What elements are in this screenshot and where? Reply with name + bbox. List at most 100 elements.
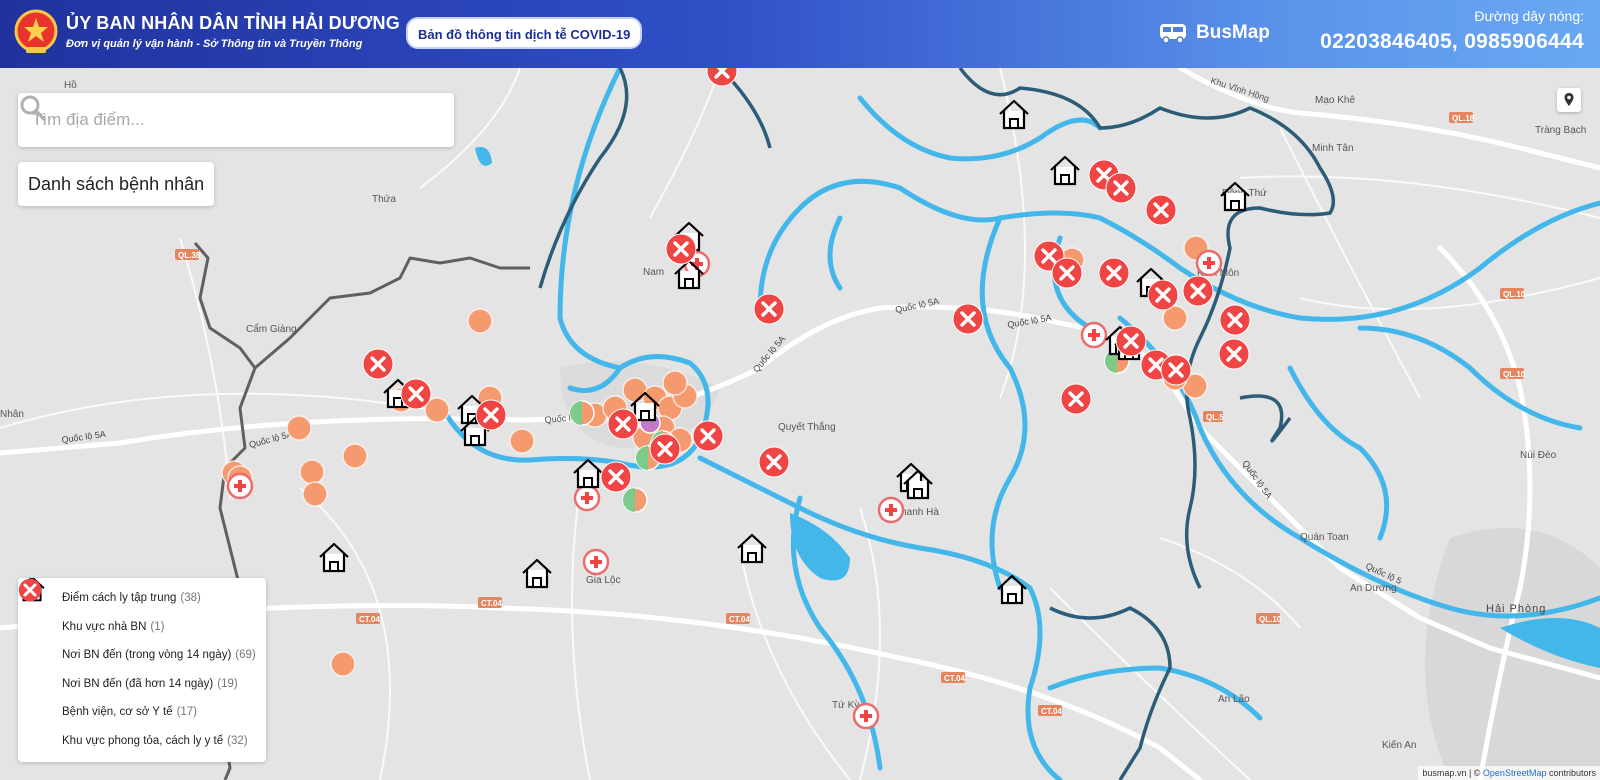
bus-icon	[1160, 24, 1186, 44]
busmap-logo[interactable]: BusMap	[1158, 19, 1270, 47]
lockdown-marker[interactable]	[1050, 256, 1084, 290]
legend-label: Nơi BN đến (trong vòng 14 ngày)	[62, 649, 232, 662]
lockdown-marker[interactable]	[1097, 256, 1131, 290]
search-input[interactable]	[18, 93, 398, 147]
road-shield-label: CT.04	[481, 599, 502, 608]
government-title: ỦY BAN NHÂN DÂN TỈNH HẢI DƯƠNG	[66, 13, 400, 33]
search-icon[interactable]	[18, 93, 48, 123]
attribution-text: contributors	[1546, 768, 1596, 778]
recent-visit-marker[interactable]	[302, 481, 328, 507]
lockdown-marker[interactable]	[648, 432, 682, 466]
legend-item-hospital[interactable]: Bệnh viện, cơ sở Y tế (17)	[18, 578, 258, 727]
map-label: Núi Đèo	[1520, 450, 1557, 461]
search-bar	[18, 93, 454, 147]
recent-visit-marker[interactable]	[342, 443, 368, 469]
osm-link[interactable]: OpenStreetMap	[1483, 768, 1547, 778]
lockdown-marker[interactable]	[951, 302, 985, 336]
map-label: Thứa	[372, 194, 396, 205]
recent-visit-marker[interactable]	[330, 651, 356, 677]
recent-visit-marker[interactable]	[467, 308, 493, 334]
recent-visit-marker[interactable]	[286, 415, 312, 441]
recent-visit-marker[interactable]	[299, 459, 325, 485]
busmap-brand: BusMap	[1196, 22, 1270, 43]
legend-label: Bệnh viện, cơ sở Y tế	[62, 706, 173, 719]
map-label: Nam	[643, 267, 664, 278]
legend-item-quarantine[interactable]: Điểm cách ly tập trung (38)	[19, 578, 258, 613]
legend-item-lockdown[interactable]: Khu vực phong tỏa, cách ly y tế (32)	[19, 579, 258, 756]
map-label: Quán Toan	[1300, 532, 1349, 543]
lockdown-marker[interactable]	[1144, 193, 1178, 227]
lockdown-marker[interactable]	[399, 377, 433, 411]
legend-count: (1)	[150, 620, 165, 633]
hotline-label: Đường dây nóng:	[1474, 8, 1584, 24]
lockdown-marker[interactable]	[1114, 324, 1148, 358]
hospital-marker[interactable]	[573, 484, 601, 512]
government-subtitle: Đơn vị quản lý vận hành - Sở Thông tin v…	[66, 38, 363, 50]
map-pin-icon	[1564, 93, 1574, 106]
lockdown-marker[interactable]	[474, 398, 508, 432]
map-label: Quyết Thắng	[778, 420, 836, 433]
road-shield-label: CT.04	[944, 674, 965, 683]
legend-count: (38)	[180, 592, 201, 605]
legend-count: (69)	[235, 649, 256, 662]
legend-item-old-visit[interactable]: Nơi BN đến (đã hơn 14 ngày) (19)	[20, 580, 258, 699]
road-shield-label: CT.04	[1041, 707, 1062, 716]
lockdown-marker[interactable]	[752, 292, 786, 326]
hospital-marker[interactable]	[226, 472, 254, 500]
map-title-badge[interactable]: Bản đồ thông tin dịch tễ COVID-19	[406, 17, 643, 49]
map-attribution: busmap.vn | © OpenStreetMap contributors	[1418, 766, 1600, 780]
legend-label: Khu vực phong tỏa, cách ly y tế	[62, 734, 224, 747]
map-label: An Dương	[1350, 583, 1397, 594]
hospital-marker[interactable]	[1080, 321, 1108, 349]
hospital-marker[interactable]	[877, 496, 905, 524]
lockdown-marker[interactable]	[1146, 278, 1180, 312]
legend-count: (17)	[176, 706, 198, 719]
road-shield-label: QL.10	[1259, 615, 1282, 624]
lockdown-marker[interactable]	[691, 419, 725, 453]
legend-label: Điểm cách ly tập trung	[62, 592, 177, 605]
legend-label: Nơi BN đến (đã hơn 14 ngày)	[62, 677, 214, 690]
road-shield-label: QL.10	[1503, 370, 1526, 379]
map-label: Hải Phòng	[1486, 603, 1546, 615]
old-visit-marker[interactable]	[622, 487, 648, 513]
hospital-marker[interactable]	[1195, 249, 1223, 277]
map-label: Cẩm Giàng	[246, 323, 297, 335]
legend-count: (32)	[227, 734, 248, 747]
lockdown-marker[interactable]	[599, 460, 633, 494]
lockdown-marker[interactable]	[1217, 337, 1251, 371]
lockdown-marker[interactable]	[1181, 274, 1215, 308]
recent-visit-marker[interactable]	[662, 370, 688, 396]
lockdown-marker[interactable]	[1218, 303, 1252, 337]
map-label: Nhân	[0, 409, 24, 420]
map-legend: Điểm cách ly tập trung (38) Khu vực nhà …	[18, 578, 266, 762]
legend-item-patient-home[interactable]: Khu vực nhà BN (1)	[20, 580, 258, 642]
lockdown-marker[interactable]	[1104, 171, 1138, 205]
map-label: Hồ	[64, 79, 77, 91]
road-shield-label: QL.18	[1452, 114, 1475, 123]
patient-list-button[interactable]: Danh sách bệnh nhân	[18, 162, 215, 206]
lockdown-marker[interactable]	[664, 232, 698, 266]
locate-button[interactable]	[1557, 88, 1581, 112]
attribution-text: busmap.vn | ©	[1422, 768, 1483, 778]
legend-count: (19)	[217, 677, 238, 690]
legend-label: Khu vực nhà BN	[62, 620, 147, 633]
map-canvas[interactable]: Hồ Thứa Cẩm Giàng Nhân Nam Quyết Thắng G…	[0, 68, 1600, 780]
hospital-marker[interactable]	[582, 548, 610, 576]
hotline-number[interactable]: 02203846405, 0985906444	[1320, 30, 1584, 54]
road-shield-label: QL.38	[178, 251, 201, 260]
map-label: Kiến An	[1382, 739, 1416, 751]
recent-visit-marker[interactable]	[509, 428, 535, 454]
lockdown-marker[interactable]	[1159, 353, 1193, 387]
lockdown-marker[interactable]	[361, 347, 395, 381]
lockdown-marker[interactable]	[757, 445, 791, 479]
national-emblem-icon	[14, 9, 58, 53]
road-shield-label: QL.5	[1206, 413, 1224, 422]
hospital-marker[interactable]	[852, 702, 880, 730]
lockdown-marker[interactable]	[1059, 382, 1093, 416]
map-label: Gia Lộc	[586, 575, 620, 586]
old-visit-marker[interactable]	[569, 400, 595, 426]
legend-item-recent-visit[interactable]: Nơi BN đến (trong vòng 14 ngày) (69)	[20, 580, 258, 670]
map-label: Mạo Khê	[1315, 95, 1355, 106]
road-shield-label: QL.10	[1503, 290, 1526, 299]
lockdown-marker[interactable]	[606, 407, 640, 441]
